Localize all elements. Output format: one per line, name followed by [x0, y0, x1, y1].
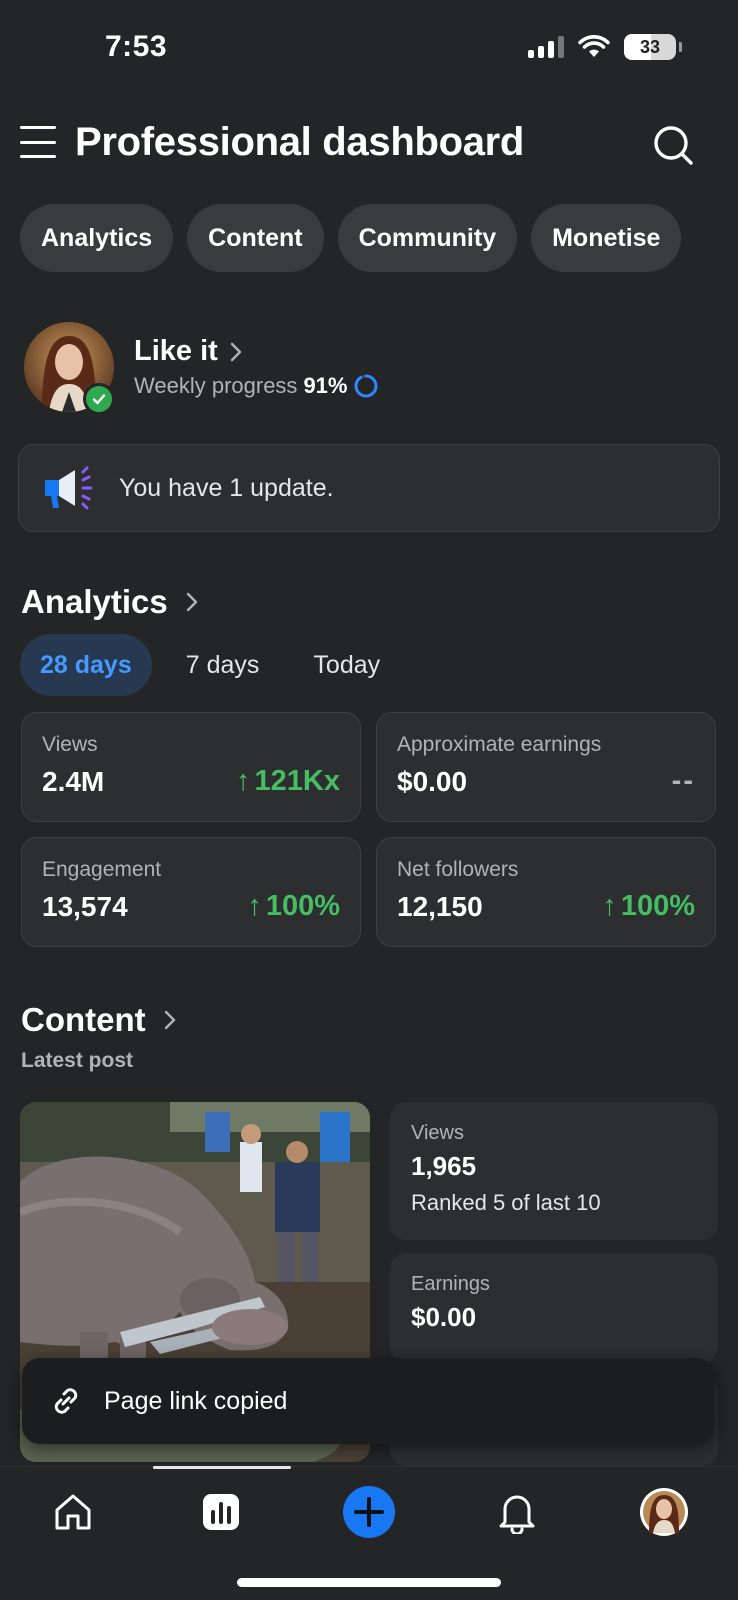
content-title: Content: [21, 1001, 146, 1038]
range-today[interactable]: Today: [293, 634, 400, 696]
link-icon: [54, 1388, 78, 1414]
cellular-signal-icon: [528, 36, 564, 58]
tab-content[interactable]: Content: [187, 204, 324, 272]
profile-name-link[interactable]: Like it: [134, 335, 242, 368]
home-indicator[interactable]: [237, 1578, 501, 1587]
tab-community[interactable]: Community: [337, 204, 518, 272]
toast-notification: Page link copied: [22, 1358, 714, 1444]
stat-change: ↑ 100%: [602, 890, 695, 923]
chevron-right-icon: [230, 342, 242, 361]
wifi-icon: [578, 35, 610, 57]
stat-change-value: --: [671, 765, 695, 797]
create-icon[interactable]: [339, 1486, 399, 1538]
stat-change-value: 100%: [265, 890, 340, 922]
chevron-right-icon: [186, 592, 197, 612]
date-range-tabs: 28 days 7 days Today: [20, 634, 414, 696]
stat-value: 13,574: [42, 890, 128, 922]
range-28-days[interactable]: 28 days: [20, 634, 152, 696]
menu-icon[interactable]: [20, 126, 56, 158]
arrow-up-icon: ↑: [602, 890, 617, 922]
chevron-right-icon: [164, 1010, 175, 1030]
insights-icon[interactable]: [191, 1486, 251, 1538]
tab-analytics[interactable]: Analytics: [20, 204, 174, 272]
profile-avatar[interactable]: [634, 1486, 694, 1538]
arrow-up-icon: ↑: [247, 890, 262, 922]
weekly-progress-value: 91%: [303, 373, 348, 398]
profile-name: Like it: [134, 335, 218, 367]
search-icon[interactable]: [652, 124, 694, 166]
post-earnings-label: Earnings: [411, 1273, 490, 1295]
page-title: Professional dashboard: [75, 120, 525, 164]
megaphone-icon: [45, 466, 93, 510]
update-banner[interactable]: You have 1 update.: [18, 444, 720, 532]
status-icons: 33: [528, 34, 682, 60]
stat-label: Net followers: [397, 858, 519, 881]
toast-text: Page link copied: [104, 1386, 288, 1415]
content-header[interactable]: Content: [21, 1001, 176, 1039]
status-time: 7:53: [105, 30, 168, 63]
analytics-header[interactable]: Analytics: [21, 583, 198, 621]
weekly-progress-label: Weekly progress: [134, 373, 298, 398]
post-views-value: 1,965: [411, 1151, 477, 1181]
active-tab-indicator: [153, 1466, 291, 1469]
battery-icon: 33: [624, 34, 682, 60]
dashboard-tabs: Analytics Content Community Monetise: [20, 204, 682, 272]
update-text: You have 1 update.: [119, 473, 334, 502]
stat-card-net-followers[interactable]: Net followers 12,150 ↑ 100%: [376, 837, 716, 947]
stat-value: 12,150: [397, 890, 483, 922]
stat-change: ↑ 100%: [247, 890, 340, 923]
stat-change-value: 100%: [620, 890, 695, 922]
home-icon[interactable]: [43, 1486, 103, 1538]
stat-change: ↑ 121Kx: [236, 765, 340, 798]
post-earnings-value: $0.00: [411, 1302, 477, 1332]
stat-value: 2.4M: [42, 765, 105, 797]
stat-card-views[interactable]: Views 2.4M ↑ 121Kx: [21, 712, 361, 822]
post-earnings-card[interactable]: Earnings $0.00: [390, 1253, 718, 1363]
stat-card-earnings[interactable]: Approximate earnings $0.00 --: [376, 712, 716, 822]
analytics-title: Analytics: [21, 583, 168, 620]
notifications-icon[interactable]: [487, 1486, 547, 1538]
range-7-days[interactable]: 7 days: [166, 634, 280, 696]
weekly-progress: Weekly progress 91%: [134, 373, 379, 399]
stat-card-engagement[interactable]: Engagement 13,574 ↑ 100%: [21, 837, 361, 947]
stat-change-value: 121Kx: [254, 765, 340, 797]
progress-ring-icon: [354, 374, 378, 398]
latest-post-label: Latest post: [21, 1049, 134, 1072]
tab-monetise[interactable]: Monetise: [531, 204, 682, 272]
post-views-card[interactable]: Views 1,965 Ranked 5 of last 10: [390, 1102, 718, 1240]
stat-label: Views: [42, 733, 98, 756]
stat-label: Approximate earnings: [397, 733, 602, 756]
stat-label: Engagement: [42, 858, 162, 881]
post-rank-text: Ranked 5 of last 10: [411, 1190, 601, 1215]
arrow-up-icon: ↑: [236, 765, 251, 797]
verified-check-icon: [83, 383, 115, 415]
battery-level: 33: [639, 36, 661, 57]
stat-value: $0.00: [397, 765, 468, 797]
post-views-label: Views: [411, 1122, 464, 1144]
